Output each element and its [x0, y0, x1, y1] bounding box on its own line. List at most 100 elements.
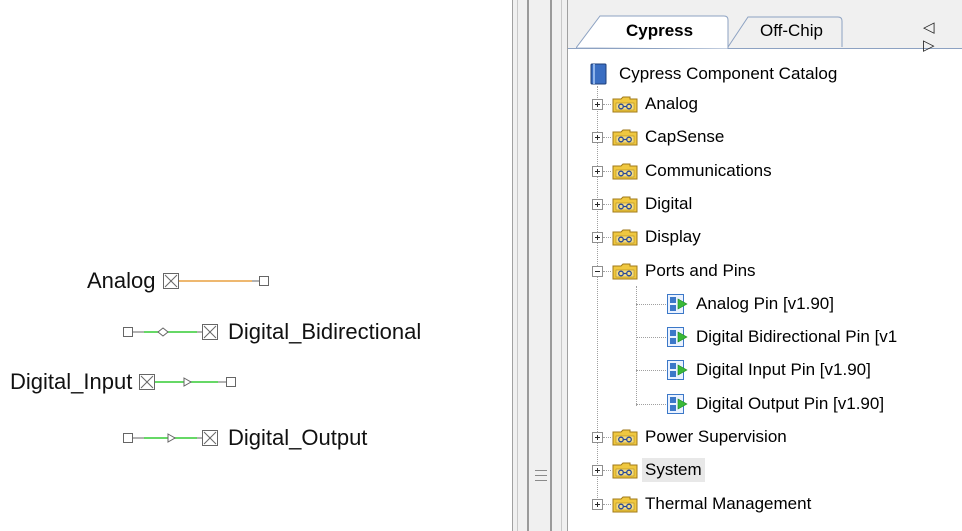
catalog-tree[interactable]: Cypress Component Catalog Analog CapSense… — [568, 50, 962, 531]
panel-splitter[interactable] — [512, 0, 568, 531]
folder-component-icon — [612, 196, 638, 213]
tree-item-label: Ports and Pins — [645, 261, 756, 280]
folder-component-icon — [612, 263, 638, 280]
tree-item-label: Digital Input Pin [v1.90] — [696, 360, 871, 379]
tree-item-label: Digital Output Pin [v1.90] — [696, 394, 885, 413]
tree-connector — [603, 104, 611, 105]
folder-component-icon — [612, 95, 638, 113]
tree-item-label: Digital Bidirectional Pin [v1 — [696, 327, 898, 346]
tree-item-label: Analog — [645, 94, 698, 113]
expand-icon[interactable] — [592, 432, 603, 443]
tree-connector — [603, 237, 611, 238]
schematic-canvas[interactable]: Analog Digital_Bidirectional Digital_Inp… — [0, 0, 512, 531]
tree-connector — [603, 271, 611, 272]
pin-component-icon — [666, 359, 688, 381]
folder-component-icon — [612, 129, 638, 146]
folder-component-icon — [612, 162, 638, 180]
tree-connector — [636, 404, 666, 405]
pin-name-label: Digital_Bidirectional — [228, 319, 422, 344]
tree-item-label: Display — [645, 227, 701, 246]
folder-component-icon — [612, 429, 638, 446]
tree-item-power-supervision[interactable]: Power Supervision — [592, 423, 790, 451]
expand-icon[interactable] — [592, 132, 603, 143]
folder-component-icon — [612, 428, 638, 446]
tab-off-chip[interactable]: Off-Chip — [728, 14, 848, 48]
output-pin-symbol-icon — [123, 430, 218, 446]
tree-item-thermal-management[interactable]: Thermal Management — [592, 490, 814, 518]
pin-component-icon — [666, 326, 688, 348]
folder-component-icon — [612, 195, 638, 213]
expand-icon[interactable] — [592, 499, 603, 510]
tree-root[interactable]: Cypress Component Catalog — [590, 60, 840, 88]
tree-item-digital[interactable]: Digital — [592, 190, 695, 218]
folder-component-icon — [612, 495, 638, 513]
expand-icon[interactable] — [592, 99, 603, 110]
folder-component-icon — [612, 262, 638, 280]
tab-cypress-label: Cypress — [626, 21, 694, 40]
folder-component-icon — [612, 163, 638, 180]
analog-pin-component[interactable]: Analog — [87, 268, 272, 294]
pin-component-icon — [667, 394, 688, 414]
folder-component-icon — [612, 96, 638, 113]
tree-connector — [603, 137, 611, 138]
tree-item-label: Analog Pin [v1.90] — [696, 294, 834, 313]
tree-item-ports-and-pins[interactable]: Ports and Pins — [592, 257, 759, 285]
tree-connector — [636, 337, 666, 338]
tree-item-label: Communications — [645, 161, 772, 180]
tab-scroll-arrows[interactable]: ◁ ▷ — [923, 18, 962, 54]
pin-component-icon — [667, 327, 688, 347]
tree-connector — [603, 470, 611, 471]
component-catalog-panel: Cypress Off-Chip ◁ ▷ Cypress Component C… — [568, 0, 962, 531]
pin-name-label: Digital_Input — [10, 369, 133, 394]
tree-item-label: Power Supervision — [645, 427, 787, 446]
tree-item-analog[interactable]: Analog — [592, 90, 701, 118]
tree-connector — [603, 504, 611, 505]
tree-item-capsense[interactable]: CapSense — [592, 123, 727, 151]
pin-component-icon — [667, 360, 688, 380]
digital-input-pin-component[interactable]: Digital_Input — [10, 369, 248, 395]
folder-component-icon — [612, 229, 638, 246]
folder-component-icon — [612, 228, 638, 246]
tree-child-digital-input-pin-v1-90[interactable]: Digital Input Pin [v1.90] — [636, 356, 874, 384]
tree-connector — [603, 171, 611, 172]
folder-component-icon — [612, 496, 638, 513]
catalog-tab-strip: Cypress Off-Chip ◁ ▷ — [568, 0, 962, 54]
pin-component-icon — [667, 294, 688, 314]
folder-component-icon — [612, 461, 638, 479]
splitter-grip-icon[interactable] — [535, 470, 547, 484]
expand-icon[interactable] — [592, 465, 603, 476]
digital-bidirectional-pin-component[interactable]: Digital_Bidirectional — [122, 319, 421, 345]
tree-child-digital-bidirectional-pin-v1[interactable]: Digital Bidirectional Pin [v1 — [636, 323, 900, 351]
tree-child-analog-pin-v1-90[interactable]: Analog Pin [v1.90] — [636, 290, 837, 318]
tree-item-label: CapSense — [645, 127, 725, 146]
tree-connector — [603, 437, 611, 438]
tree-child-digital-output-pin-v1-90[interactable]: Digital Output Pin [v1.90] — [636, 390, 887, 418]
collapse-icon[interactable] — [592, 266, 603, 277]
folder-component-icon — [612, 462, 638, 479]
tree-root-label: Cypress Component Catalog — [619, 64, 838, 83]
input-pin-symbol-icon — [139, 374, 237, 390]
expand-icon[interactable] — [592, 232, 603, 243]
tab-off-chip-label: Off-Chip — [760, 21, 823, 40]
tree-connector — [636, 370, 666, 371]
pin-name-label: Analog — [87, 268, 156, 293]
digital-output-pin-component[interactable]: Digital_Output — [122, 425, 367, 451]
tree-item-label: System — [642, 458, 705, 482]
tree-item-label: Thermal Management — [645, 494, 812, 513]
pin-name-label: Digital_Output — [228, 425, 368, 450]
bidirectional-pin-symbol-icon — [123, 324, 218, 340]
pin-component-icon — [666, 293, 688, 315]
tree-item-system[interactable]: System — [592, 456, 705, 484]
expand-icon[interactable] — [592, 166, 603, 177]
analog-pin-symbol-icon — [162, 273, 269, 289]
tree-item-display[interactable]: Display — [592, 223, 704, 251]
tree-connector — [603, 204, 611, 205]
tree-item-communications[interactable]: Communications — [592, 157, 775, 185]
tab-cypress[interactable]: Cypress — [576, 14, 734, 49]
pin-component-icon — [666, 393, 688, 415]
tree-item-label: Digital — [645, 194, 693, 213]
folder-component-icon — [612, 128, 638, 146]
expand-icon[interactable] — [592, 199, 603, 210]
tree-connector — [636, 304, 666, 305]
catalog-book-icon — [590, 63, 607, 85]
